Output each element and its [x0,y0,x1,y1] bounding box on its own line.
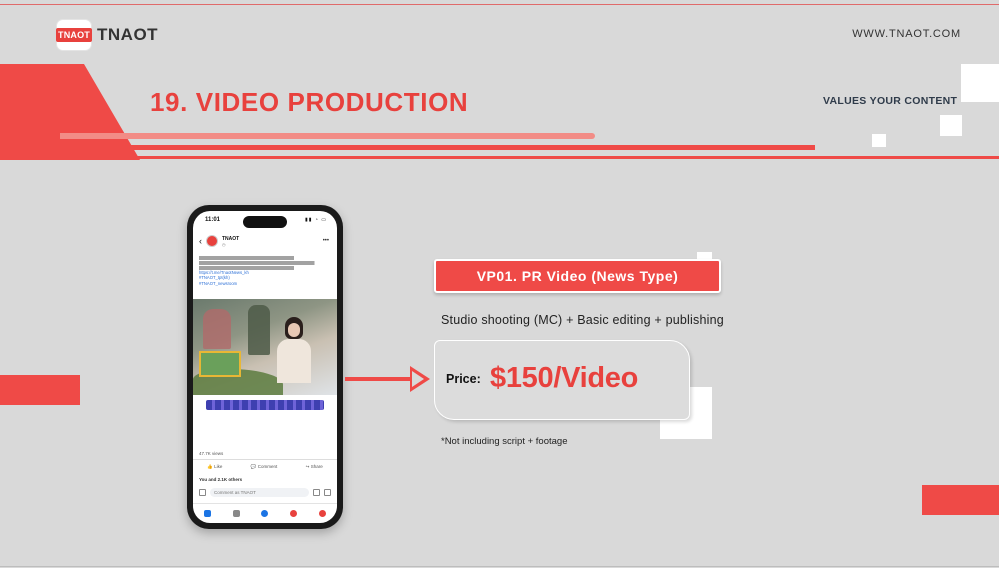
headline-line [213,411,317,421]
header-stripe [90,145,815,150]
create-tab-icon[interactable] [261,509,269,518]
package-description: Studio shooting (MC) + Basic editing + p… [441,313,724,327]
video-figure [203,309,231,349]
signal-battery-icon: ▮▮ ◔ ▭ [304,217,327,223]
dynamic-island [243,216,287,228]
gif-icon[interactable] [313,488,320,496]
status-time: 11:01 [205,217,221,223]
comment-button[interactable]: 💬 Comment [251,464,277,470]
view-count: 47.7K views [199,451,224,456]
caption-hashtag[interactable]: #TNAOT_newsroom [199,281,335,286]
caption-khmer-line [199,266,335,270]
caption-khmer-line [199,256,335,260]
decor-square [872,134,886,147]
notifications-tab-icon[interactable] [290,509,298,518]
bottom-tab-bar [193,503,337,523]
price-value: $150/Video [490,362,639,394]
phone-mockup: 11:01 ▮▮ ◔ ▭ ‹ TNAOT ◷ ••• https://t.me/… [187,205,343,529]
decor-bar-left [0,375,80,405]
package-title-badge: VP01. PR Video (News Type) [434,259,721,293]
post-caption: https://t.me/TnaotNews_kh #TNAOT_tpt(kh)… [199,255,335,286]
video-headline-khmer [193,395,337,435]
price-label: Price: [446,372,481,386]
comment-label: Comment [257,464,278,469]
feed-tab-icon[interactable] [232,509,240,518]
slide-title: 19. VIDEO PRODUCTION [150,87,469,117]
reaction-bar: 👍 Like 💬 Comment ↪ Share [193,459,337,470]
video-figure [248,305,270,355]
post-header: ‹ TNAOT ◷ ••• [199,235,329,247]
more-icon[interactable]: ••• [323,238,329,244]
bottom-divider [0,566,999,567]
arrow-head-cutout [412,371,424,387]
logo-badge-text: TNAOT [56,28,92,42]
news-anchor [277,339,311,383]
home-tab-icon[interactable] [203,509,211,518]
decor-square [961,64,999,102]
news-anchor-face [288,323,300,337]
top-divider [0,4,999,5]
logo-badge: TNAOT [56,20,92,50]
back-icon[interactable]: ‹ [199,236,202,246]
headline-line [206,400,324,410]
sticker-icon[interactable] [324,488,331,496]
tagline: VALUES YOUR CONTENT [823,95,958,107]
menu-tab-icon[interactable] [319,509,327,518]
tnaot-logo: TNAOT TNAOT [56,20,159,50]
likes-summary: You and 2.1K others [199,477,243,482]
arrow-shaft [345,377,418,381]
like-button[interactable]: 👍 Like [207,464,222,470]
header-stripe-light [60,133,595,139]
page-name[interactable]: TNAOT [222,236,239,242]
video-thumbnail[interactable] [193,299,337,395]
share-button[interactable]: ↪ Share [306,464,323,470]
caption-khmer-line [199,261,335,265]
like-label: Like [214,464,223,469]
comment-bar: Comment as TNAOT [199,487,331,497]
decor-square [940,115,962,136]
phone-screen: 11:01 ▮▮ ◔ ▭ ‹ TNAOT ◷ ••• https://t.me/… [193,211,337,523]
header-underline [0,156,999,159]
camera-icon[interactable] [199,488,206,496]
comment-input[interactable]: Comment as TNAOT [210,487,309,497]
website-url: WWW.TNAOT.COM [852,28,961,40]
share-label: Share [310,464,323,469]
avatar[interactable] [206,235,218,247]
price-footnote: *Not including script + footage [441,436,568,447]
decor-bar-right [922,485,999,515]
post-time-icon: ◷ [222,241,226,247]
logo-wordmark: TNAOT [97,25,159,44]
video-inset-image [199,351,241,377]
